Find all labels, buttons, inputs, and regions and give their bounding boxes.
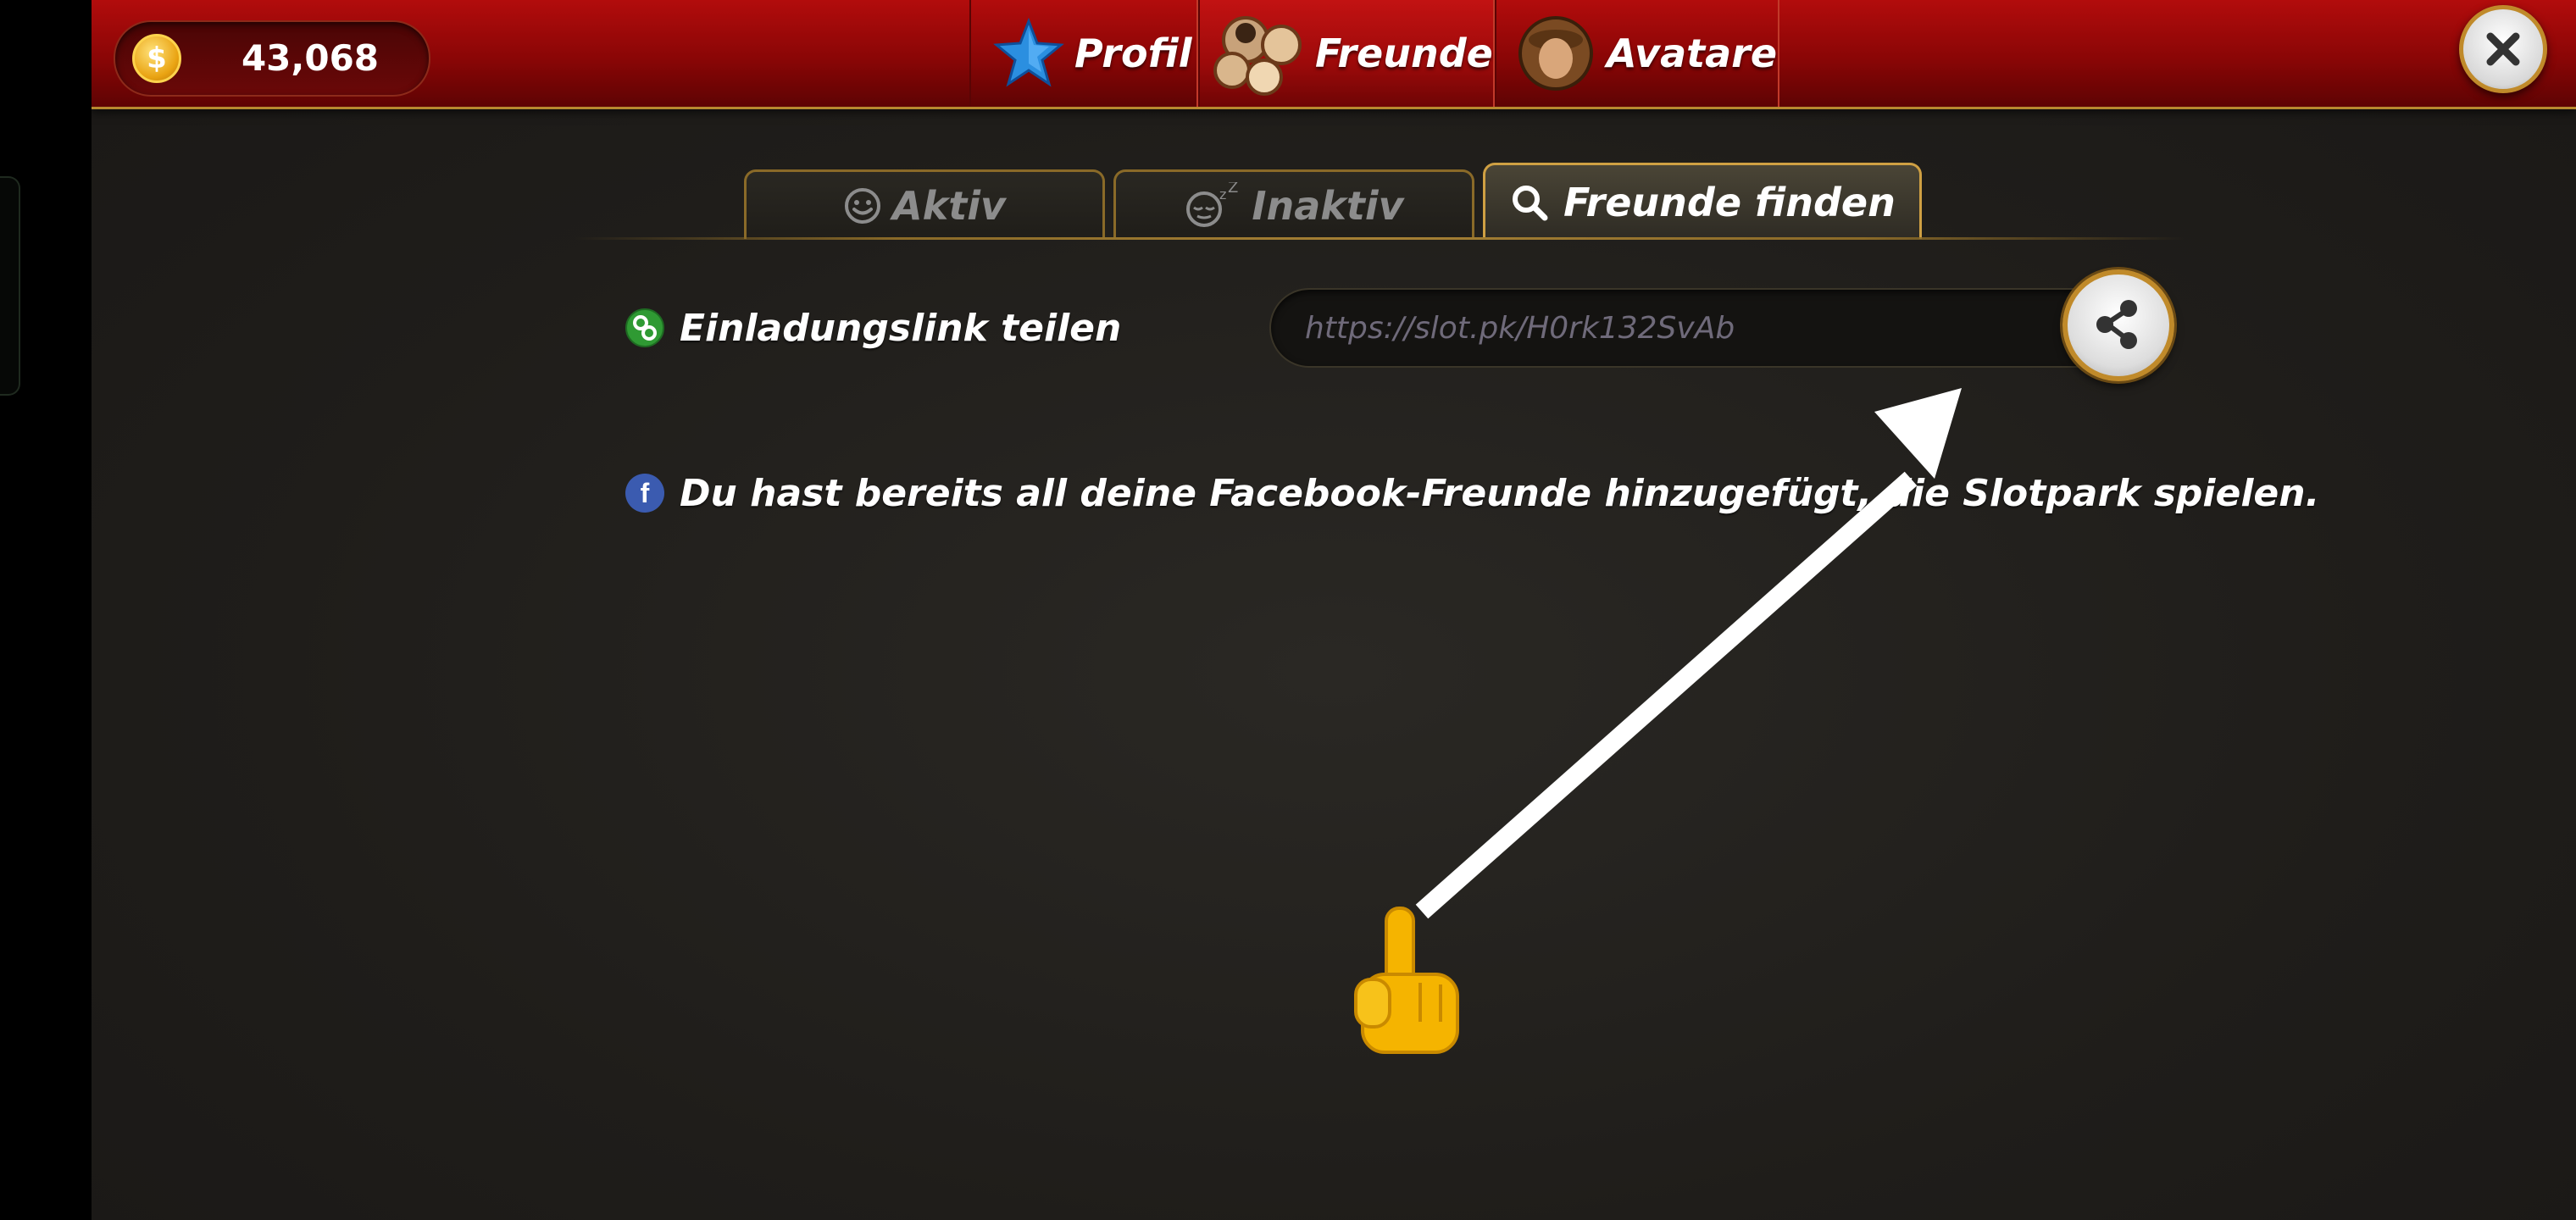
facebook-info-text: Du hast bereits all deine Facebook-Freun… bbox=[680, 471, 2320, 515]
dollar-coin-icon: $ bbox=[132, 34, 181, 83]
avatar-portrait-icon bbox=[1518, 16, 1593, 91]
facebook-info-row: f Du hast bereits all deine Facebook-Fre… bbox=[625, 468, 2319, 518]
invite-link-field[interactable]: https://slot.pk/H0rk132SvAb bbox=[1269, 288, 2125, 368]
invite-link-row: Einladungslink teilen bbox=[625, 302, 1121, 353]
friends-screen: $ 43,068 Profil Freunde Avatare Aktiv z … bbox=[92, 0, 2576, 1220]
friends-group-icon bbox=[1213, 16, 1302, 96]
search-icon bbox=[1513, 185, 1548, 220]
close-button[interactable] bbox=[2459, 5, 2547, 93]
smiley-icon bbox=[845, 187, 881, 224]
tab-aktiv[interactable]: Aktiv bbox=[744, 169, 1105, 239]
tab-aktiv-label: Aktiv bbox=[892, 182, 1006, 229]
coin-balance[interactable]: $ 43,068 bbox=[114, 20, 430, 97]
tab-inaktiv[interactable]: z Z Inaktiv bbox=[1113, 169, 1474, 239]
facebook-icon: f bbox=[625, 474, 664, 513]
tab-freunde-label: Freunde bbox=[1315, 30, 1493, 76]
coin-balance-value: 43,068 bbox=[241, 37, 380, 79]
blue-star-icon bbox=[993, 18, 1064, 87]
tab-profil[interactable]: Profil bbox=[969, 0, 1198, 107]
close-x-icon bbox=[2486, 32, 2520, 66]
invite-link-url: https://slot.pk/H0rk132SvAb bbox=[1305, 310, 1735, 346]
tab-divider bbox=[575, 237, 2185, 240]
svg-text:Z: Z bbox=[1228, 182, 1238, 197]
side-panel-edge bbox=[0, 176, 20, 396]
top-bar: $ 43,068 Profil Freunde Avatare bbox=[92, 0, 2576, 109]
tab-avatare[interactable]: Avatare bbox=[1495, 0, 1779, 107]
tab-freunde[interactable]: Freunde bbox=[1198, 0, 1495, 107]
tab-avatare-label: Avatare bbox=[1607, 30, 1778, 76]
link-icon bbox=[625, 308, 664, 347]
sleepy-face-icon: z Z bbox=[1186, 182, 1239, 227]
invite-link-label: Einladungslink teilen bbox=[680, 306, 1122, 350]
tab-profil-label: Profil bbox=[1074, 30, 1192, 76]
tab-freunde-finden[interactable]: Freunde finden bbox=[1483, 163, 1922, 239]
svg-text:z: z bbox=[1219, 186, 1226, 202]
share-button[interactable] bbox=[2062, 269, 2174, 381]
left-edge-strip bbox=[0, 0, 92, 1220]
share-icon bbox=[2096, 300, 2137, 349]
tab-freunde-finden-label: Freunde finden bbox=[1563, 179, 1896, 225]
tab-inaktiv-label: Inaktiv bbox=[1252, 182, 1404, 229]
